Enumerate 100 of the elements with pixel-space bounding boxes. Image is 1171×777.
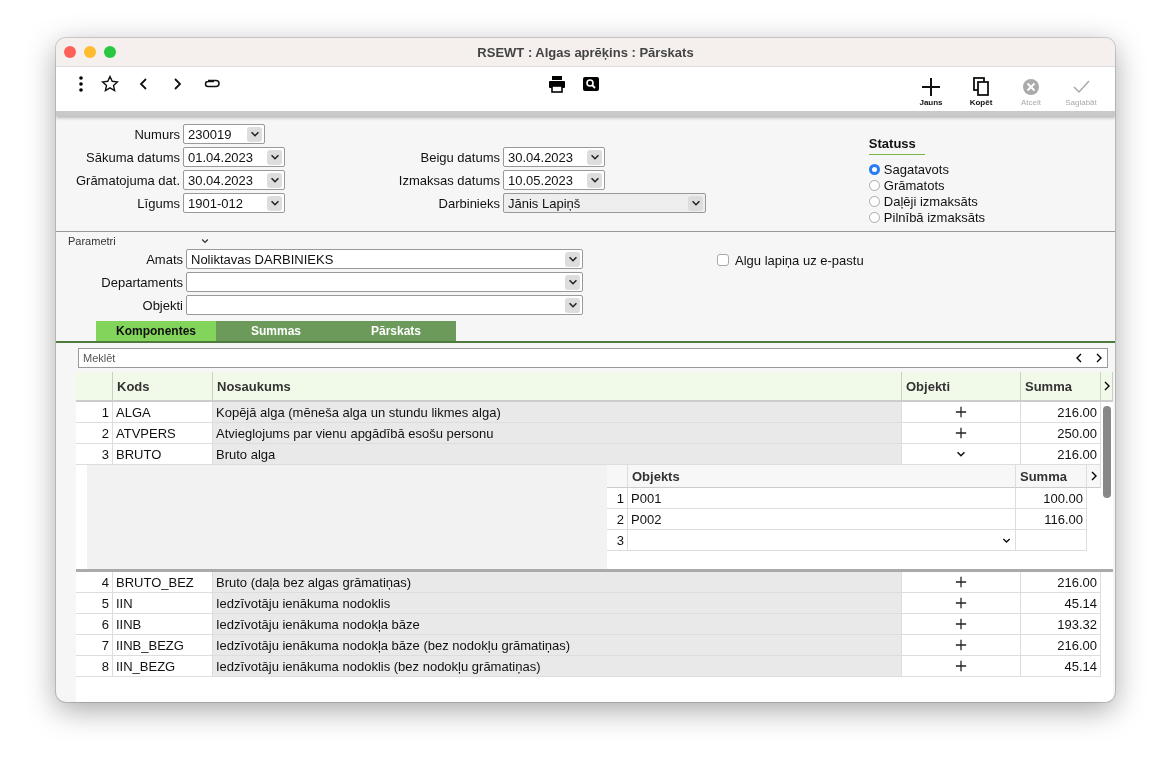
row-number: 2 xyxy=(76,423,113,444)
table-cell: P002 xyxy=(628,509,1016,530)
chevron-icon xyxy=(587,149,602,165)
dropdown-field[interactable] xyxy=(186,272,583,292)
dropdown-field[interactable]: Jānis Lapiņš xyxy=(503,193,706,213)
scrollbar-thumb[interactable] xyxy=(1103,406,1111,498)
dropdown-field[interactable]: 30.04.2023 xyxy=(183,170,285,190)
column-header[interactable]: Objekti xyxy=(902,372,1021,402)
window-title: RSEWT : Algas aprēķins : Pārskats xyxy=(477,44,694,60)
field-label: Izmaksas datums xyxy=(397,172,500,188)
field-label: Departaments xyxy=(100,274,183,290)
radio-option[interactable]: Daļēji izmaksāts xyxy=(868,194,985,209)
chevron-icon xyxy=(565,251,580,267)
search-icon[interactable] xyxy=(582,75,600,93)
table-cell: 116.00 xyxy=(1016,509,1087,530)
cancel-icon xyxy=(1021,77,1041,97)
plus-icon[interactable] xyxy=(955,576,967,588)
dropdown-field[interactable]: 230019 xyxy=(183,124,265,144)
field-label: Objekti xyxy=(141,297,183,313)
plus-icon[interactable] xyxy=(955,406,967,418)
table-cell: 45.14 xyxy=(1021,656,1101,677)
table-cell: Bruto (daļa bez algas grāmatiņas) xyxy=(213,572,902,593)
close-button[interactable] xyxy=(64,46,76,58)
dropdown-field[interactable]: 10.05.2023 xyxy=(503,170,605,190)
radio-option[interactable]: Pilnībā izmaksāts xyxy=(868,210,985,225)
dropdown-field[interactable]: 01.04.2023 xyxy=(183,147,285,167)
plus-icon[interactable] xyxy=(955,639,967,651)
table-cell: Bruto alga xyxy=(213,444,902,465)
table-cell: 45.14 xyxy=(1021,593,1101,614)
table-cell: 250.00 xyxy=(1021,423,1101,444)
table-cell: Iedzīvotāju ienākuma nodoklis xyxy=(213,593,902,614)
row-number: 7 xyxy=(76,635,113,656)
scroll-right-icon[interactable] xyxy=(1095,353,1103,363)
row-number: 6 xyxy=(76,614,113,635)
chevron-icon xyxy=(565,274,580,290)
toolbar-button[interactable]: Jauns xyxy=(909,77,953,107)
row-number: 1 xyxy=(607,488,628,509)
dropdown-field[interactable]: 30.04.2023 xyxy=(503,147,605,167)
scroll-right-icon[interactable] xyxy=(1089,471,1098,481)
chevron-icon xyxy=(267,195,282,211)
column-header[interactable]: Summa xyxy=(1016,465,1087,488)
row-number: 1 xyxy=(76,402,113,423)
chevron-icon xyxy=(587,172,602,188)
table-cell: 100.00 xyxy=(1016,488,1087,509)
radio-option[interactable]: Sagatavots xyxy=(868,162,985,177)
more-icon[interactable] xyxy=(78,75,84,93)
column-header[interactable]: Summa xyxy=(1021,372,1101,402)
chevron-icon xyxy=(565,297,580,313)
table-cell: Iedzīvotāju ienākuma nodokļa bāze xyxy=(213,614,902,635)
field-label: Amats xyxy=(145,251,183,267)
plus-icon[interactable] xyxy=(955,597,967,609)
chevron-icon xyxy=(247,126,262,142)
section-title: Statuss xyxy=(868,136,925,155)
column-header[interactable]: Kods xyxy=(113,372,213,402)
plus-icon[interactable] xyxy=(955,660,967,672)
chevron-icon xyxy=(688,195,703,211)
header-corner xyxy=(607,465,628,488)
row-number: 8 xyxy=(76,656,113,677)
table-cell: 216.00 xyxy=(1021,635,1101,656)
dropdown-field[interactable]: 1901-012 xyxy=(183,193,285,213)
chevron-icon xyxy=(267,172,282,188)
field-label: Darbinieks xyxy=(437,195,500,211)
row-number: 3 xyxy=(607,530,628,551)
table-cell: P001 xyxy=(628,488,1016,509)
table-cell: Atvieglojums par vienu apgādībā esošu personu xyxy=(213,423,902,444)
search-field[interactable]: Meklēt xyxy=(78,348,1108,368)
column-header[interactable]: Objekts xyxy=(628,465,1016,488)
chevron-icon[interactable] xyxy=(199,236,210,246)
scroll-right-icon[interactable] xyxy=(1102,381,1111,391)
chevron-icon xyxy=(267,149,282,165)
row-number: 5 xyxy=(76,593,113,614)
plus-icon[interactable] xyxy=(955,618,967,630)
tab[interactable]: Komponentes xyxy=(96,321,216,341)
field-label: Beigu datums xyxy=(419,149,500,165)
copy-icon xyxy=(971,77,991,97)
table-cell: 216.00 xyxy=(1021,572,1101,593)
radio-option[interactable]: Grāmatots xyxy=(868,178,985,193)
section-title: Parametri xyxy=(68,235,116,247)
table-cell: Iedzīvotāju ienākuma nodokļa bāze (bez nodokļu grāmatiņas) xyxy=(213,635,902,656)
table-cell: 216.00 xyxy=(1021,402,1101,423)
table-cell: Kopējā alga (mēneša alga un stundu likmes alga) xyxy=(213,402,902,423)
plus-icon xyxy=(921,77,941,97)
column-header[interactable]: Nosaukums xyxy=(213,372,902,402)
field-label: Grāmatojuma dat. xyxy=(74,172,180,188)
toolbar-button[interactable]: Kopēt xyxy=(959,77,1003,107)
field-label: Numurs xyxy=(133,126,180,142)
row-number: 2 xyxy=(607,509,628,530)
field-label: Līgums xyxy=(136,195,180,211)
table-cell: Iedzīvotāju ienākuma nodoklis (bez nodokļu grāmatiņas) xyxy=(213,656,902,677)
field-label: Sākuma datums xyxy=(85,149,180,165)
dropdown-field[interactable] xyxy=(186,295,583,315)
row-number: 4 xyxy=(76,572,113,593)
email-checkbox[interactable]: Algu lapiņa uz e-pastu xyxy=(717,253,864,267)
dropdown-field[interactable]: Noliktavas DARBINIEKS xyxy=(186,249,583,269)
header-corner xyxy=(76,372,113,402)
plus-icon[interactable] xyxy=(955,427,967,439)
print-icon[interactable] xyxy=(548,75,566,93)
scroll-left-icon[interactable] xyxy=(1075,353,1083,363)
star-icon[interactable] xyxy=(101,75,119,93)
table-cell: 193.32 xyxy=(1021,614,1101,635)
